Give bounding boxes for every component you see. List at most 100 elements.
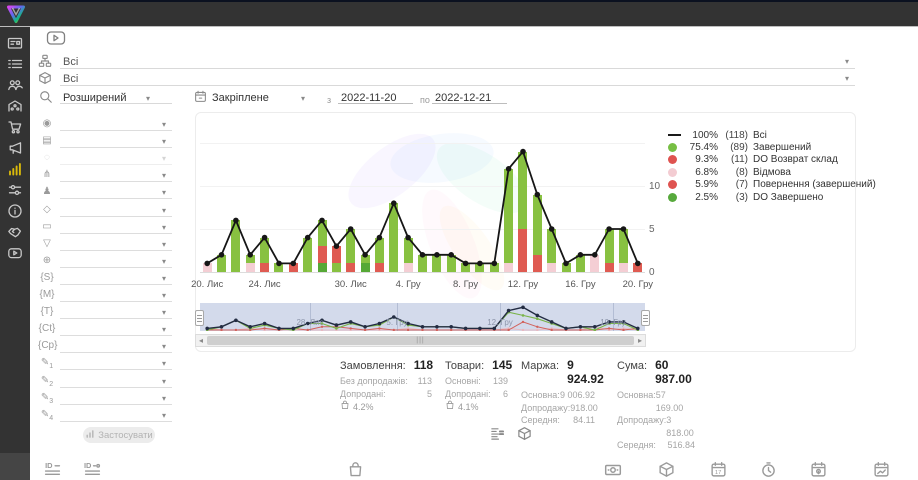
video-tutorial-icon[interactable] <box>46 29 66 51</box>
chevron-down-icon[interactable] <box>162 258 166 266</box>
chevron-down-icon[interactable] <box>146 95 150 103</box>
chevron-down-icon[interactable] <box>162 155 166 163</box>
date-mode-select[interactable]: Закріплене <box>212 92 269 104</box>
filter-field[interactable] <box>60 216 172 217</box>
filter-field[interactable] <box>60 181 172 182</box>
filter-row-custom-field-1[interactable]: ✎1 <box>0 356 180 373</box>
filter-field[interactable] <box>60 404 172 405</box>
filter-row-status[interactable]: ◌ <box>0 151 180 168</box>
chevron-down-icon[interactable] <box>162 326 166 334</box>
filter-field[interactable] <box>60 233 172 234</box>
chevron-down-icon[interactable] <box>162 172 166 180</box>
x-tick-label: 24. Лис <box>249 279 281 290</box>
dock-clock-icon[interactable] <box>760 461 777 480</box>
chevron-down-icon[interactable] <box>162 275 166 283</box>
chevron-down-icon[interactable] <box>845 58 849 66</box>
filter-field[interactable] <box>60 387 172 388</box>
filter-field[interactable] <box>60 421 172 422</box>
filter-row-funnel[interactable]: ▽ <box>0 237 180 254</box>
legend-item[interactable]: 2.5%(3)DO Завершено <box>668 191 823 203</box>
dock-bag-icon[interactable] <box>347 461 364 480</box>
legend-item[interactable]: 5.9%(7)Повернення (завершений) <box>668 179 876 191</box>
filter-field[interactable] <box>60 198 172 199</box>
scrollbar-thumb[interactable]: ||| <box>207 336 634 345</box>
list-view-icon[interactable] <box>490 426 505 446</box>
filter-field[interactable] <box>60 335 172 336</box>
filter-row-source[interactable]: ◉ <box>0 117 180 134</box>
legend-item[interactable]: 75.4%(89)Завершений <box>668 141 811 153</box>
sidebar-dashboard-icon[interactable] <box>0 33 30 53</box>
dock-calendar-17-icon[interactable]: 17 <box>710 461 727 480</box>
chevron-down-icon[interactable] <box>162 343 166 351</box>
apply-button[interactable]: Застосувати <box>83 427 155 443</box>
filter-field[interactable] <box>60 130 172 131</box>
source-filter-field[interactable] <box>60 68 855 69</box>
filter-field[interactable] <box>60 318 172 319</box>
chevron-down-icon[interactable] <box>301 95 305 103</box>
filter-field[interactable] <box>60 267 172 268</box>
chevron-down-icon[interactable] <box>162 395 166 403</box>
filter-row-utm-campaign[interactable]: {Cp} <box>0 339 180 356</box>
dock-id-dash-icon[interactable]: ID <box>84 461 101 480</box>
chevron-down-icon[interactable] <box>162 241 166 249</box>
filter-row-utm-source[interactable]: {S} <box>0 271 180 288</box>
filter-row-structure[interactable]: ⋔ <box>0 168 180 185</box>
product-filter-value[interactable]: Всі <box>63 73 78 85</box>
cube-view-icon[interactable] <box>517 426 532 446</box>
filter-field[interactable] <box>60 164 172 165</box>
chevron-down-icon[interactable] <box>162 412 166 420</box>
chevron-down-icon[interactable] <box>162 207 166 215</box>
filter-row-custom-field-3[interactable]: ✎3 <box>0 391 180 408</box>
filter-row-utm-term[interactable]: {T} <box>0 305 180 322</box>
chevron-down-icon[interactable] <box>162 378 166 386</box>
manager-icon: ♟ <box>38 186 56 197</box>
stat-header: Сума:60 987.00 <box>617 358 695 386</box>
filter-field[interactable] <box>60 301 172 302</box>
legend-item[interactable]: 9.3%(11)DO Возврат склад <box>668 154 838 166</box>
sidebar-warehouse-icon[interactable] <box>0 96 30 116</box>
main-chart[interactable] <box>200 115 645 272</box>
filter-row-custom-field-2[interactable]: ✎2 <box>0 374 180 391</box>
search-icon[interactable] <box>39 90 53 106</box>
product-filter-field[interactable] <box>60 85 855 86</box>
dock-cube-icon[interactable] <box>658 461 675 480</box>
chevron-down-icon[interactable] <box>162 138 166 146</box>
chevron-down-icon[interactable] <box>162 224 166 232</box>
chevron-down-icon[interactable] <box>162 121 166 129</box>
chart-scrollbar[interactable]: ◂ ||| ▸ <box>195 334 646 347</box>
chevron-down-icon[interactable] <box>162 292 166 300</box>
scroll-right-icon[interactable]: ▸ <box>638 336 642 346</box>
chevron-down-icon[interactable] <box>162 360 166 368</box>
filter-row-layers[interactable]: ▤ <box>0 134 180 151</box>
filter-row-utm-medium[interactable]: {M} <box>0 288 180 305</box>
legend-item[interactable]: 6.8%(8)Відмова <box>668 166 791 178</box>
dock-id-lines-icon[interactable]: ID <box>44 461 61 480</box>
filter-field[interactable] <box>60 250 172 251</box>
legend-item[interactable]: 100%(118)Всі <box>668 129 767 141</box>
filter-row-region[interactable]: ⊕ <box>0 254 180 271</box>
filter-row-manager[interactable]: ♟ <box>0 185 180 202</box>
dock-calendar-chart-icon[interactable] <box>873 461 890 480</box>
navigator-right-handle[interactable] <box>641 310 650 326</box>
filter-field[interactable] <box>60 369 172 370</box>
filter-row-product[interactable]: ◇ <box>0 203 180 220</box>
filter-row-utm-content[interactable]: {Ct} <box>0 322 180 339</box>
sidebar-customers-icon[interactable] <box>0 75 30 95</box>
chevron-down-icon[interactable] <box>162 309 166 317</box>
filter-row-payment[interactable]: ▭ <box>0 220 180 237</box>
navigator-date-label: 12. Гру <box>487 318 513 327</box>
navigator-left-handle[interactable] <box>195 310 204 326</box>
scroll-left-icon[interactable]: ◂ <box>199 336 203 346</box>
dock-calendar-pin-icon[interactable] <box>810 461 827 480</box>
chevron-down-icon[interactable] <box>845 75 849 83</box>
dock-money-icon[interactable] <box>604 461 622 480</box>
filter-field[interactable] <box>60 147 172 148</box>
chevron-down-icon[interactable] <box>162 189 166 197</box>
filter-field[interactable] <box>60 352 172 353</box>
sidebar-orders-icon[interactable] <box>0 54 30 74</box>
chart-navigator[interactable]: 28. Лис5. Гру12. Гру19. Гру <box>200 303 645 331</box>
app-logo-icon[interactable] <box>5 3 27 25</box>
filter-row-custom-field-4[interactable]: ✎4 <box>0 408 180 425</box>
filter-field[interactable] <box>60 284 172 285</box>
source-filter-value[interactable]: Всі <box>63 56 78 68</box>
